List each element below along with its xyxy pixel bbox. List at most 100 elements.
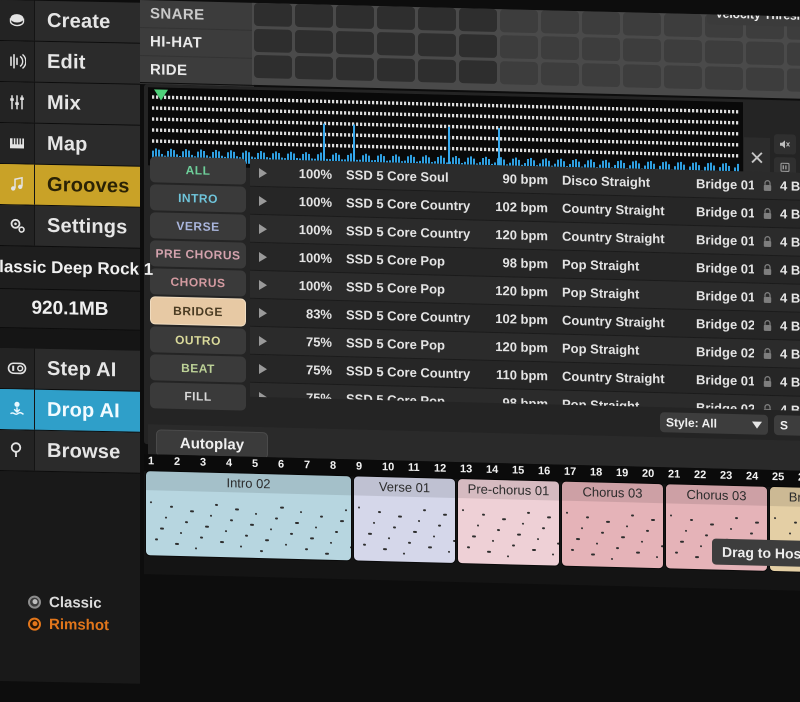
velocity-pad[interactable] bbox=[500, 61, 538, 86]
lock-icon[interactable] bbox=[754, 263, 780, 277]
filter-all[interactable]: ALL bbox=[150, 156, 246, 185]
velocity-pad[interactable] bbox=[295, 29, 333, 54]
filter-bridge[interactable]: BRIDGE bbox=[150, 296, 246, 327]
velocity-pad[interactable] bbox=[254, 2, 292, 27]
timeline-clip[interactable]: Chorus 03 bbox=[562, 481, 663, 569]
velocity-pad[interactable] bbox=[377, 57, 415, 82]
velocity-pad[interactable] bbox=[418, 59, 456, 83]
sidebar-tool-step-ai[interactable]: Step AI bbox=[0, 348, 140, 392]
velocity-pad[interactable] bbox=[541, 10, 579, 35]
groove-bars: 4 B bbox=[780, 290, 800, 306]
lock-icon[interactable] bbox=[754, 179, 780, 193]
lock-icon[interactable] bbox=[754, 375, 780, 389]
play-button[interactable] bbox=[250, 279, 276, 290]
velocity-pad[interactable] bbox=[459, 8, 497, 33]
play-button[interactable] bbox=[250, 195, 276, 206]
sidebar-tool-browse[interactable]: Browse bbox=[0, 430, 140, 474]
velocity-pad[interactable] bbox=[746, 41, 784, 66]
groove-bpm: 102 bpm bbox=[495, 198, 548, 216]
velocity-pad[interactable] bbox=[746, 67, 784, 92]
velocity-pad[interactable] bbox=[582, 11, 620, 36]
speaker-icon[interactable] bbox=[774, 134, 796, 155]
filter-pre-chorus[interactable]: PRE CHORUS bbox=[150, 240, 246, 269]
play-button[interactable] bbox=[250, 335, 276, 346]
velocity-pad[interactable] bbox=[705, 40, 743, 65]
velocity-pad[interactable] bbox=[664, 39, 702, 64]
instrument-row-hihat[interactable]: HI-HAT bbox=[140, 28, 254, 59]
velocity-pad[interactable] bbox=[254, 28, 292, 53]
play-button[interactable] bbox=[250, 307, 276, 318]
velocity-pad[interactable] bbox=[787, 68, 800, 93]
velocity-pad[interactable] bbox=[336, 4, 374, 29]
sidebar-item-mix[interactable]: Mix bbox=[0, 82, 140, 126]
velocity-pad[interactable] bbox=[500, 9, 538, 34]
velocity-pad[interactable] bbox=[787, 42, 800, 67]
lock-icon[interactable] bbox=[754, 403, 780, 412]
play-button[interactable] bbox=[250, 251, 276, 262]
velocity-pad[interactable] bbox=[500, 35, 538, 60]
velocity-pad[interactable] bbox=[623, 38, 661, 63]
filter-chorus[interactable]: CHORUS bbox=[150, 268, 246, 297]
velocity-pad[interactable] bbox=[459, 34, 497, 59]
lock-icon[interactable] bbox=[754, 347, 780, 361]
velocity-pad[interactable] bbox=[582, 37, 620, 62]
velocity-pad[interactable] bbox=[336, 30, 374, 55]
groove-list[interactable]: 100% SSD 5 Core Soul 90 bpm Disco Straight B… bbox=[250, 158, 800, 412]
velocity-pad[interactable] bbox=[664, 13, 702, 38]
lock-icon[interactable] bbox=[754, 319, 780, 333]
sidebar-item-grooves[interactable]: Grooves bbox=[0, 164, 140, 208]
timeline-clip[interactable]: Intro 02 bbox=[146, 471, 351, 561]
velocity-pad[interactable] bbox=[623, 64, 661, 89]
velocity-pad[interactable] bbox=[459, 60, 497, 85]
articulation-classic[interactable]: Classic bbox=[28, 591, 109, 615]
filter-beat[interactable]: BEAT bbox=[150, 354, 246, 383]
velocity-pad[interactable] bbox=[377, 5, 415, 30]
filter-intro[interactable]: INTRO bbox=[150, 184, 246, 213]
secondary-dropdown[interactable]: S bbox=[774, 415, 800, 437]
velocity-pad-grid[interactable]: Velocity Threshold bbox=[252, 2, 800, 100]
play-button[interactable] bbox=[250, 167, 276, 178]
instrument-row-snare[interactable]: SNARE bbox=[140, 0, 254, 31]
timeline-clip[interactable]: Pre-chorus 01 bbox=[458, 479, 559, 566]
sidebar-tool-drop-ai[interactable]: Drop AI bbox=[0, 389, 140, 433]
filter-fill[interactable]: FILL bbox=[150, 382, 246, 411]
velocity-pad[interactable] bbox=[295, 3, 333, 28]
sidebar-item-label: Mix bbox=[47, 91, 81, 115]
groove-style: Pop Straight bbox=[562, 256, 640, 274]
style-dropdown[interactable]: Style: All bbox=[660, 412, 768, 435]
lock-icon[interactable] bbox=[754, 207, 780, 221]
lock-icon[interactable] bbox=[754, 291, 780, 305]
velocity-pad[interactable] bbox=[623, 12, 661, 37]
ruler-bar-number: 19 bbox=[616, 467, 629, 480]
sidebar-item-edit[interactable]: Edit bbox=[0, 41, 140, 85]
velocity-pad[interactable] bbox=[418, 33, 456, 57]
sidebar-item-map[interactable]: Map bbox=[0, 123, 140, 167]
timeline-clip[interactable]: Verse 01 bbox=[354, 476, 455, 563]
velocity-pad[interactable] bbox=[254, 54, 292, 79]
velocity-pad[interactable] bbox=[541, 62, 579, 87]
play-button[interactable] bbox=[250, 223, 276, 234]
sidebar-item-settings[interactable]: Settings bbox=[0, 205, 140, 249]
velocity-pad[interactable] bbox=[664, 65, 702, 90]
velocity-pad[interactable] bbox=[377, 31, 415, 56]
sidebar-item-create[interactable]: Create bbox=[0, 0, 140, 44]
groove-name: Bridge 01 – HH Closed bbox=[696, 232, 754, 249]
articulation-rimshot[interactable]: Rimshot bbox=[28, 613, 109, 637]
lock-icon[interactable] bbox=[754, 235, 780, 249]
drag-to-host-button[interactable]: Drag to Host bbox=[712, 538, 800, 568]
velocity-pad[interactable] bbox=[336, 56, 374, 81]
timeline-clips[interactable]: Intro 02 Verse 01 Pre-chorus 01 Chorus 03 Ch… bbox=[144, 471, 800, 591]
velocity-pad[interactable] bbox=[582, 63, 620, 88]
velocity-pad[interactable] bbox=[541, 36, 579, 61]
velocity-pad[interactable] bbox=[705, 66, 743, 91]
ruler-bar-number: 23 bbox=[720, 469, 733, 482]
groove-panel: ✕ Volume ALLINTROVERSEPRE CHORUSCHORUSBR… bbox=[144, 84, 800, 572]
instrument-row-ride[interactable]: RIDE bbox=[140, 56, 254, 87]
velocity-pad[interactable] bbox=[295, 55, 333, 80]
play-button[interactable] bbox=[250, 363, 276, 374]
ruler-bar-number: 10 bbox=[382, 461, 395, 474]
song-timeline[interactable]: 1 2 3 4 5 6 7 8 9 10 11 12 13 14 15 16 17 18 19 20 21 22 23 24 2… bbox=[144, 454, 800, 592]
filter-verse[interactable]: VERSE bbox=[150, 212, 246, 241]
filter-outro[interactable]: OUTRO bbox=[150, 326, 246, 355]
velocity-pad[interactable] bbox=[418, 7, 456, 31]
